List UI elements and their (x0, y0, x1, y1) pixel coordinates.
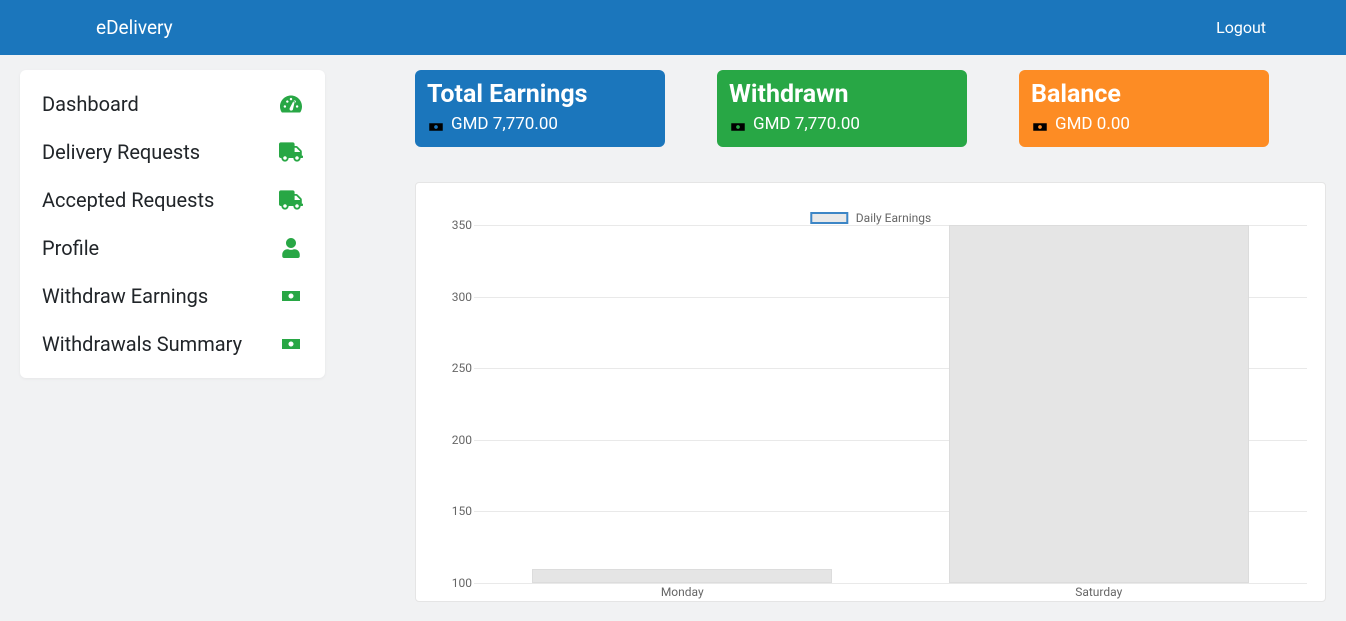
truck-icon (279, 188, 303, 212)
sidebar-item-delivery-requests[interactable]: Delivery Requests (20, 128, 325, 176)
x-tick: Monday (661, 585, 704, 599)
money-icon (279, 332, 303, 356)
sidebar-item-label: Dashboard (42, 92, 139, 116)
chart-bar (532, 569, 832, 583)
money-icon (279, 284, 303, 308)
chart-bar (949, 225, 1249, 583)
card-value: GMD 7,770.00 (753, 114, 860, 134)
sidebar-item-label: Withdraw Earnings (42, 284, 208, 308)
plot-area: MondaySaturday (474, 225, 1307, 583)
stat-cards-row: Total Earnings GMD 7,770.00 Withdrawn GM… (415, 70, 1326, 147)
sidebar-item-withdraw-earnings[interactable]: Withdraw Earnings (20, 272, 325, 320)
y-tick: 300 (430, 290, 472, 304)
legend-swatch (810, 212, 848, 224)
sidebar-item-label: Profile (42, 236, 99, 260)
user-icon (279, 236, 303, 260)
card-withdrawn: Withdrawn GMD 7,770.00 (717, 70, 967, 147)
sidebar-item-label: Accepted Requests (42, 188, 214, 212)
y-tick: 350 (430, 218, 472, 232)
card-value: GMD 7,770.00 (451, 114, 558, 134)
sidebar-item-label: Delivery Requests (42, 140, 200, 164)
card-title: Total Earnings (427, 81, 653, 110)
y-axis: 350300250200150100 (430, 225, 472, 583)
y-tick: 200 (430, 433, 472, 447)
logout-link[interactable]: Logout (1216, 18, 1266, 37)
topbar: eDelivery Logout (0, 0, 1346, 55)
chart-legend: Daily Earnings (810, 211, 931, 225)
legend-label: Daily Earnings (856, 211, 931, 225)
brand[interactable]: eDelivery (96, 16, 173, 39)
card-title: Withdrawn (729, 81, 955, 110)
money-icon (1031, 118, 1049, 130)
card-value: GMD 0.00 (1055, 114, 1130, 134)
truck-icon (279, 140, 303, 164)
layout: Dashboard Delivery Requests Accepted Req… (0, 55, 1346, 602)
sidebar-item-dashboard[interactable]: Dashboard (20, 80, 325, 128)
tachometer-icon (279, 92, 303, 116)
money-icon (427, 118, 445, 130)
card-title: Balance (1031, 81, 1257, 110)
x-tick: Saturday (1075, 585, 1122, 599)
sidebar-item-withdrawals-summary[interactable]: Withdrawals Summary (20, 320, 325, 368)
card-balance: Balance GMD 0.00 (1019, 70, 1269, 147)
sidebar-item-label: Withdrawals Summary (42, 332, 242, 356)
chart-daily-earnings: Daily Earnings 350 300 250 200 150 100 Monday… (415, 182, 1326, 602)
sidebar-item-profile[interactable]: Profile (20, 224, 325, 272)
grid-line (474, 583, 1307, 584)
money-icon (729, 118, 747, 130)
y-tick: 100 (430, 576, 472, 590)
sidebar-item-accepted-requests[interactable]: Accepted Requests (20, 176, 325, 224)
sidebar: Dashboard Delivery Requests Accepted Req… (20, 70, 325, 378)
y-tick: 150 (430, 504, 472, 518)
card-total-earnings: Total Earnings GMD 7,770.00 (415, 70, 665, 147)
y-tick: 250 (430, 361, 472, 375)
main-content: Total Earnings GMD 7,770.00 Withdrawn GM… (325, 70, 1326, 602)
